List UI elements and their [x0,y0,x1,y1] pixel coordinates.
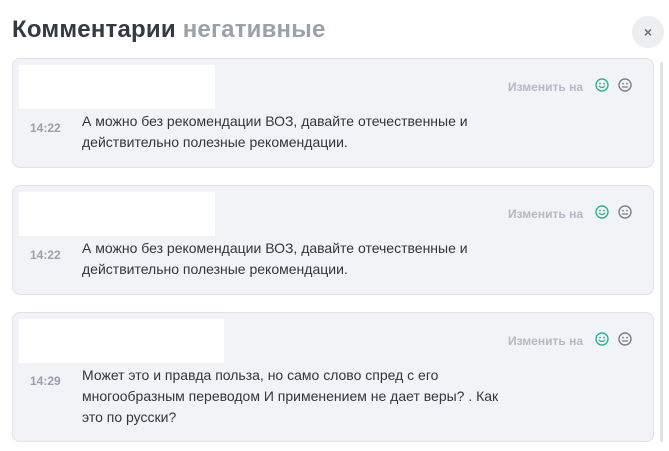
change-sentiment-label[interactable]: Изменить на [508,80,583,94]
comment-time: 14:22 [30,248,61,262]
change-sentiment-label[interactable]: Изменить на [508,207,583,221]
comment-time: 14:22 [30,121,61,135]
comment-time: 14:29 [30,374,61,388]
close-icon: × [643,24,653,40]
comment-text: А можно без рекомендации ВОЗ, давайте от… [82,240,468,277]
page-title: Комментарии негативные [12,16,326,44]
comment-card: Изменить на 14:22 А можно без рекомендац… [12,58,654,168]
author-placeholder [19,319,224,363]
author-placeholder [19,65,215,109]
smile-icon[interactable] [595,78,609,92]
comment-card: Изменить на 14:29 Может это и правда пол… [12,312,654,442]
comment-card: Изменить на 14:22 А можно без рекомендац… [12,185,654,295]
page-title-main: Комментарии [12,16,176,43]
smile-icon[interactable] [595,205,609,219]
scrollbar[interactable] [660,62,663,442]
neutral-face-icon[interactable] [618,205,632,219]
comment-text: Может это и правда польза, но само слово… [82,367,499,425]
page-title-filter: негативные [182,16,326,43]
comment-text: А можно без рекомендации ВОЗ, давайте от… [82,113,468,150]
neutral-face-icon[interactable] [618,78,632,92]
neutral-face-icon[interactable] [618,332,632,346]
change-sentiment-label[interactable]: Изменить на [508,334,583,348]
smile-icon[interactable] [595,332,609,346]
author-placeholder [19,192,215,236]
close-button[interactable]: × [632,16,664,48]
